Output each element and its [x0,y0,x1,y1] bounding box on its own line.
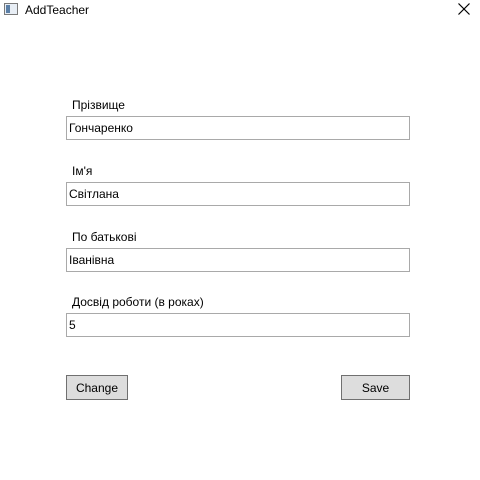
patronymic-label: По батькові [72,230,137,244]
name-label: Ім'я [72,164,93,178]
window-title: AddTeacher [25,3,90,17]
add-teacher-window: AddTeacher Прізвище Ім'я По батькові Дос… [0,0,480,480]
name-input[interactable] [66,182,410,206]
change-button[interactable]: Change [66,375,128,400]
surname-label: Прізвище [72,98,125,112]
experience-input[interactable] [66,313,410,337]
close-button[interactable] [452,0,476,20]
close-icon [458,3,470,15]
experience-label: Досвід роботи (в роках) [72,295,204,309]
app-icon [4,3,18,15]
save-button[interactable]: Save [341,375,410,400]
patronymic-input[interactable] [66,248,410,272]
title-bar: AddTeacher [0,0,480,20]
surname-input[interactable] [66,116,410,140]
